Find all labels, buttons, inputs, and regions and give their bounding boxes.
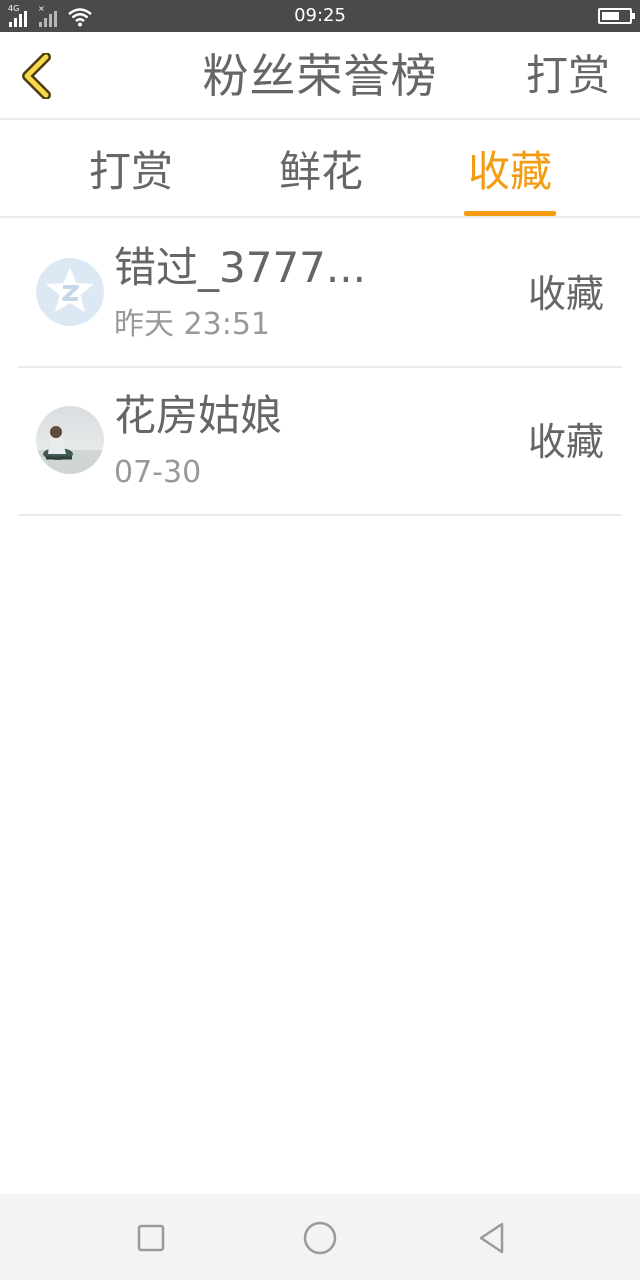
circle-icon: [303, 1221, 337, 1255]
system-nav-bar: [0, 1194, 640, 1280]
system-back-button[interactable]: [472, 1218, 512, 1258]
list-item[interactable]: 错过_3777... 昨天 23:51 收藏: [18, 220, 622, 368]
fan-name: 花房姑娘: [114, 391, 283, 440]
photo-avatar-icon: [36, 406, 104, 474]
header-bar: 粉丝荣誉榜 打赏: [0, 32, 640, 120]
status-bar: 4G × 09:25: [0, 0, 640, 32]
fan-action-label: 收藏: [527, 420, 604, 464]
reward-button[interactable]: 打赏: [526, 32, 610, 120]
tab-flowers[interactable]: 鲜花: [276, 122, 366, 218]
status-time: 09:25: [294, 5, 346, 26]
avatar: [36, 406, 104, 474]
fan-list: 错过_3777... 昨天 23:51 收藏 花房姑娘 07-30 收藏: [0, 220, 640, 516]
avatar: [36, 258, 104, 326]
triangle-back-icon: [479, 1222, 504, 1254]
tab-flowers-label: 鲜花: [278, 147, 363, 196]
tab-favorites[interactable]: 收藏: [464, 122, 556, 218]
tab-reward[interactable]: 打赏: [86, 122, 176, 218]
tab-favorites-label: 收藏: [467, 147, 552, 196]
fan-name: 错过_3777...: [114, 243, 366, 292]
tab-bar: 打赏 鲜花 收藏: [0, 122, 640, 218]
recent-apps-button[interactable]: [131, 1218, 171, 1258]
fan-time: 07-30: [114, 455, 202, 490]
tab-reward-label: 打赏: [88, 147, 173, 196]
battery-icon: [598, 8, 635, 24]
fan-time: 昨天 23:51: [114, 307, 270, 342]
fan-action-label: 收藏: [527, 272, 604, 316]
qq-zone-avatar-icon: [36, 258, 104, 326]
home-button[interactable]: [300, 1218, 340, 1258]
active-tab-indicator: [464, 211, 556, 216]
list-item[interactable]: 花房姑娘 07-30 收藏: [18, 368, 622, 516]
square-icon: [137, 1224, 165, 1252]
